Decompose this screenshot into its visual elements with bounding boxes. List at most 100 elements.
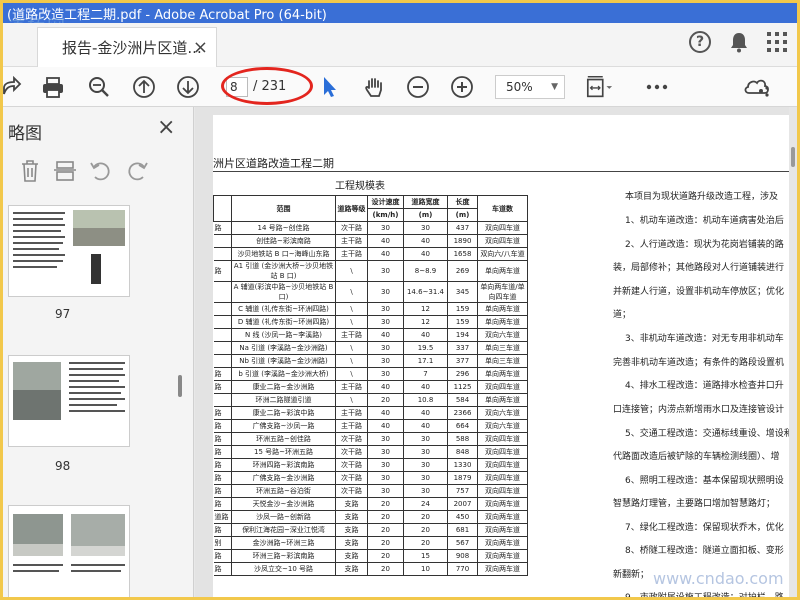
table-cell: 单向两车道/单向四车道 <box>477 281 528 303</box>
document-tab[interactable]: 报告-金沙洲片区道... × <box>37 27 217 67</box>
paragraph-line: 1、机动车道改造：机动车道病害处治后 <box>625 216 784 226</box>
table-cell: 194 <box>447 328 478 342</box>
select-cursor-icon[interactable] <box>316 73 344 101</box>
paragraph-line: 道； <box>613 310 632 320</box>
help-icon[interactable]: ? <box>689 31 711 53</box>
table-cell: 次干路 <box>335 458 368 472</box>
table-cell-category: 路 <box>213 432 232 446</box>
table-row: Nb 引道 (李溪路~金沙洲路) \ 30 17.1 377 单向三车道 <box>213 354 528 368</box>
table-row: 路环洲四路~彩滨南路 次干路 30 30 1330 双向四车道 <box>213 458 528 472</box>
rotate-right-icon[interactable] <box>125 159 149 183</box>
table-header-cell: 道路等级 <box>335 195 368 222</box>
table-cell: N 线 (沙凤一路~李溪路) <box>231 328 336 342</box>
table-cell: 30 <box>367 484 404 498</box>
table-cell: 10 <box>403 562 448 576</box>
table-cell: 20 <box>403 523 448 537</box>
table-cell: 848 <box>447 445 478 459</box>
panel-scrollbar[interactable] <box>178 375 182 397</box>
table-cell: 沙凤一路~创新路 <box>231 510 336 524</box>
table-cell-category <box>213 354 232 368</box>
table-cell: 12 <box>403 315 448 329</box>
extract-pages-icon[interactable] <box>53 159 77 183</box>
cloud-share-icon[interactable] <box>743 73 771 101</box>
table-cell: 30 <box>367 354 404 368</box>
table-cell: 30 <box>367 445 404 459</box>
table-cell: 20 <box>367 536 404 550</box>
table-title: 工程规模表 <box>335 181 385 192</box>
page-thumbnail[interactable] <box>8 505 130 597</box>
page-number-input[interactable]: 8 <box>226 77 248 97</box>
rotate-left-icon[interactable] <box>89 159 113 183</box>
table-cell: 环洲三路~彩滨南路 <box>231 549 336 563</box>
next-page-icon[interactable] <box>174 73 202 101</box>
document-viewport: 洲片区道路改造工程二期 工程规模表 范围 道路等级 设计速度 道路宽度 长度 车… <box>195 107 797 600</box>
page-total: / 231 <box>253 79 287 94</box>
apps-grid-icon[interactable] <box>767 32 787 52</box>
hand-tool-icon[interactable] <box>360 73 388 101</box>
share-icon[interactable] <box>3 73 25 101</box>
zoom-search-icon[interactable] <box>85 73 113 101</box>
table-cell: 30 <box>367 260 404 282</box>
table-cell: 30 <box>367 458 404 472</box>
table-cell: 159 <box>447 315 478 329</box>
table-cell: 单向三车道 <box>477 354 528 368</box>
table-cell: 主干路 <box>335 247 368 261</box>
table-cell: \ <box>335 341 368 355</box>
table-cell: 8~8.9 <box>403 260 448 282</box>
table-cell: 双向六车道 <box>477 406 528 420</box>
tab-close-icon[interactable]: × <box>193 37 208 58</box>
table-cell: 1125 <box>447 380 478 394</box>
table-cell: 双向两车道 <box>477 523 528 537</box>
table-cell-category: 路 <box>213 260 232 282</box>
fit-page-icon[interactable] <box>585 73 613 101</box>
page-thumbnail[interactable] <box>8 355 130 447</box>
table-cell: 584 <box>447 393 478 407</box>
paragraph-line: 9、市政附属设施工程改造：对护栏、路 <box>625 593 784 600</box>
print-icon[interactable] <box>39 73 67 101</box>
table-cell: 30 <box>403 471 448 485</box>
table-cell: 主干路 <box>335 234 368 248</box>
table-header-cell: 长度 <box>447 195 478 209</box>
bell-icon[interactable] <box>729 31 749 53</box>
zoom-level-value: 50% <box>506 80 533 94</box>
table-cell: \ <box>335 281 368 303</box>
table-row: 路广佛支路~沙凤一路 主干路 40 40 664 双向六车道 <box>213 419 528 433</box>
table-cell: 40 <box>367 234 404 248</box>
table-row: 路康业二路~金沙洲路 主干路 40 40 1125 双向四车道 <box>213 380 528 394</box>
thumbnails-panel: 略图 × 97 98 <box>3 107 194 597</box>
page-thumbnail[interactable] <box>8 205 130 297</box>
table-cell: 40 <box>403 380 448 394</box>
table-cell-category <box>213 328 232 342</box>
table-cell: \ <box>335 260 368 282</box>
table-cell: 沙贝地铁站 B 口~海峰山东路 <box>231 247 336 261</box>
table-header-cell: 车道数 <box>477 195 528 222</box>
table-cell-category: 道路 <box>213 510 232 524</box>
document-scrollbar[interactable] <box>789 107 797 597</box>
table-cell: 双向六车道 <box>477 419 528 433</box>
table-cell: 天悦金沙~金沙洲路 <box>231 497 336 511</box>
table-cell-category <box>213 302 232 316</box>
paragraph-line: 智慧路灯理管，主要路口增加智慧路灯； <box>613 499 776 509</box>
table-cell: 双向四车道 <box>477 221 528 235</box>
table-cell-category: 路 <box>213 458 232 472</box>
table-row: C 辅道 (礼传东街~环洲四路) \ 30 12 159 单向两车道 <box>213 302 528 316</box>
table-cell: 单向两车道 <box>477 393 528 407</box>
table-row: N 线 (沙凤一路~李溪路) 主干路 40 40 194 双向六车道 <box>213 328 528 342</box>
table-cell: 次干路 <box>335 445 368 459</box>
trash-icon[interactable] <box>19 159 41 183</box>
top-right-icons: ? <box>689 31 787 53</box>
table-cell: 1879 <box>447 471 478 485</box>
panel-close-icon[interactable]: × <box>157 115 175 140</box>
more-tools-icon[interactable] <box>643 73 671 101</box>
table-cell: 支路 <box>335 497 368 511</box>
paragraph-line: 5、交通工程改造：交通标线重设、增设和 <box>625 429 793 439</box>
previous-page-icon[interactable] <box>130 73 158 101</box>
zoom-in-icon[interactable] <box>448 73 476 101</box>
scrollbar-thumb[interactable] <box>791 147 795 167</box>
zoom-level-select[interactable]: 50% ▼ <box>495 75 565 99</box>
table-row: 路 A1 引道 (金沙洲大桥~沙贝地铁站 B 口) \ 30 8~8.9 269 单向两车道 <box>213 260 528 282</box>
table-cell: 377 <box>447 354 478 368</box>
zoom-out-icon[interactable] <box>404 73 432 101</box>
app-window: (道路改造工程二期.pdf - Adobe Acrobat Pro (64-bi… <box>0 0 800 600</box>
page-header: 洲片区道路改造工程二期 <box>213 157 334 170</box>
